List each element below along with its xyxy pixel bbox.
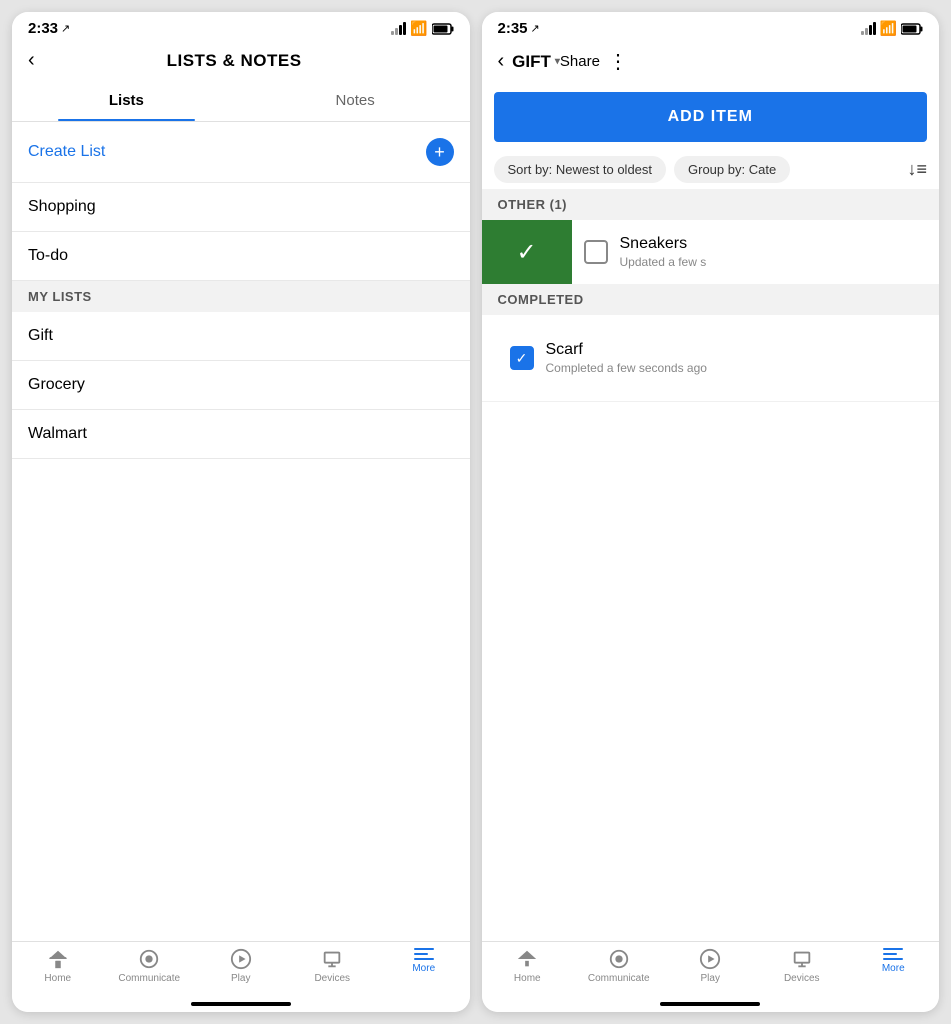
scarf-meta: Completed a few seconds ago <box>546 361 912 375</box>
tab-notes[interactable]: Notes <box>241 80 470 121</box>
my-lists-header: MY LISTS <box>12 281 470 312</box>
group-chip[interactable]: Group by: Cate <box>674 156 790 183</box>
signal-icon <box>391 22 406 35</box>
right-home-indicator <box>482 996 940 1012</box>
play-icon <box>230 948 252 970</box>
list-item-grocery[interactable]: Grocery <box>12 361 470 410</box>
back-button[interactable]: ‹ <box>28 49 35 72</box>
more-icon <box>414 948 434 960</box>
right-battery-icon <box>901 23 923 35</box>
right-nav-bar: ‹ GIFT ▾ Share ⋮ <box>482 41 940 82</box>
sort-order-icon[interactable]: ↓≡ <box>907 159 927 180</box>
sort-chip[interactable]: Sort by: Newest to oldest <box>494 156 667 183</box>
right-back-button[interactable]: ‹ <box>498 50 505 73</box>
right-play-icon <box>699 948 721 970</box>
right-tab-more-label: More <box>882 963 905 974</box>
filter-row: Sort by: Newest to oldest Group by: Cate… <box>482 150 940 189</box>
right-more-icon <box>883 948 903 960</box>
create-list-plus-button[interactable]: + <box>426 138 454 166</box>
left-tabs: Lists Notes <box>12 80 470 122</box>
left-home-indicator <box>12 996 470 1012</box>
sneakers-checkbox[interactable] <box>584 240 608 264</box>
list-item-shopping[interactable]: Shopping <box>12 183 470 232</box>
right-communicate-icon <box>608 948 630 970</box>
right-time: 2:35 <box>498 20 528 37</box>
create-list-label: Create List <box>28 143 105 161</box>
right-home-bar <box>660 1002 760 1006</box>
scarf-checkbox[interactable]: ✓ <box>510 346 534 370</box>
swipe-check-action[interactable]: ✓ <box>482 220 572 284</box>
left-page-title: LISTS & NOTES <box>43 51 426 71</box>
right-location-icon: ↗ <box>531 22 540 35</box>
sneakers-meta: Updated a few s <box>620 255 928 269</box>
right-bottom-tab-bar: Home Communicate Play <box>482 941 940 996</box>
battery-icon <box>432 23 454 35</box>
list-item-gift[interactable]: Gift <box>12 312 470 361</box>
right-tab-play[interactable]: Play <box>665 948 757 984</box>
other-section-header: OTHER (1) <box>482 189 940 220</box>
left-tab-home-label: Home <box>44 973 71 984</box>
right-tab-home[interactable]: Home <box>482 948 574 984</box>
left-tab-communicate-label: Communicate <box>118 973 180 984</box>
swipe-check-icon: ✓ <box>516 238 536 267</box>
list-item-walmart[interactable]: Walmart <box>12 410 470 459</box>
left-status-bar: 2:33 ↗ 📶 <box>12 12 470 41</box>
home-icon <box>47 948 69 970</box>
create-list-row[interactable]: Create List + <box>12 122 470 183</box>
right-title-area[interactable]: GIFT ▾ <box>512 52 560 72</box>
more-options-button[interactable]: ⋮ <box>608 49 628 74</box>
left-tab-more-label: More <box>412 963 435 974</box>
sneakers-info: Sneakers Updated a few s <box>620 223 940 281</box>
right-status-bar: 2:35 ↗ 📶 <box>482 12 940 41</box>
left-tab-more[interactable]: More <box>378 948 470 984</box>
left-screen: 2:33 ↗ 📶 ‹ LISTS & NO <box>12 12 470 1012</box>
right-status-icons: 📶 <box>861 20 923 37</box>
devices-icon <box>321 948 343 970</box>
left-tab-play[interactable]: Play <box>195 948 287 984</box>
sneakers-item-row[interactable]: ✓ Sneakers Updated a few s <box>482 220 940 284</box>
right-devices-icon <box>791 948 813 970</box>
add-item-button[interactable]: ADD ITEM <box>494 92 928 142</box>
scarf-info: Scarf Completed a few seconds ago <box>546 329 924 387</box>
right-tab-devices[interactable]: Devices <box>756 948 848 984</box>
left-tab-home[interactable]: Home <box>12 948 104 984</box>
left-time: 2:33 <box>28 20 58 37</box>
left-tab-communicate[interactable]: Communicate <box>104 948 196 984</box>
scarf-item-row[interactable]: ✓ Scarf Completed a few seconds ago <box>482 315 940 402</box>
tab-lists[interactable]: Lists <box>12 80 241 121</box>
right-tab-devices-label: Devices <box>784 973 820 984</box>
right-screen: 2:35 ↗ 📶 ‹ G <box>482 12 940 1012</box>
right-tab-more[interactable]: More <box>848 948 940 984</box>
right-page-title: GIFT <box>512 52 551 72</box>
right-tab-play-label: Play <box>701 973 720 984</box>
completed-section-header: COMPLETED <box>482 284 940 315</box>
right-signal-icon <box>861 22 876 35</box>
wifi-icon: 📶 <box>410 20 427 37</box>
right-tab-communicate[interactable]: Communicate <box>573 948 665 984</box>
list-item-todo[interactable]: To-do <box>12 232 470 281</box>
left-tab-devices[interactable]: Devices <box>287 948 379 984</box>
left-tab-play-label: Play <box>231 973 250 984</box>
right-nav-actions: Share ⋮ <box>560 49 628 74</box>
sneakers-name: Sneakers <box>620 235 928 253</box>
right-home-icon <box>516 948 538 970</box>
share-button[interactable]: Share <box>560 53 600 70</box>
right-tab-home-label: Home <box>514 973 541 984</box>
left-bottom-tab-bar: Home Communicate Play <box>12 941 470 996</box>
left-tab-devices-label: Devices <box>314 973 350 984</box>
right-wifi-icon: 📶 <box>880 20 897 37</box>
communicate-icon <box>138 948 160 970</box>
left-nav-bar: ‹ LISTS & NOTES <box>12 41 470 80</box>
left-location-icon: ↗ <box>61 22 70 35</box>
right-tab-communicate-label: Communicate <box>588 973 650 984</box>
left-status-icons: 📶 <box>391 20 453 37</box>
scarf-name: Scarf <box>546 341 912 359</box>
left-home-bar <box>191 1002 291 1006</box>
